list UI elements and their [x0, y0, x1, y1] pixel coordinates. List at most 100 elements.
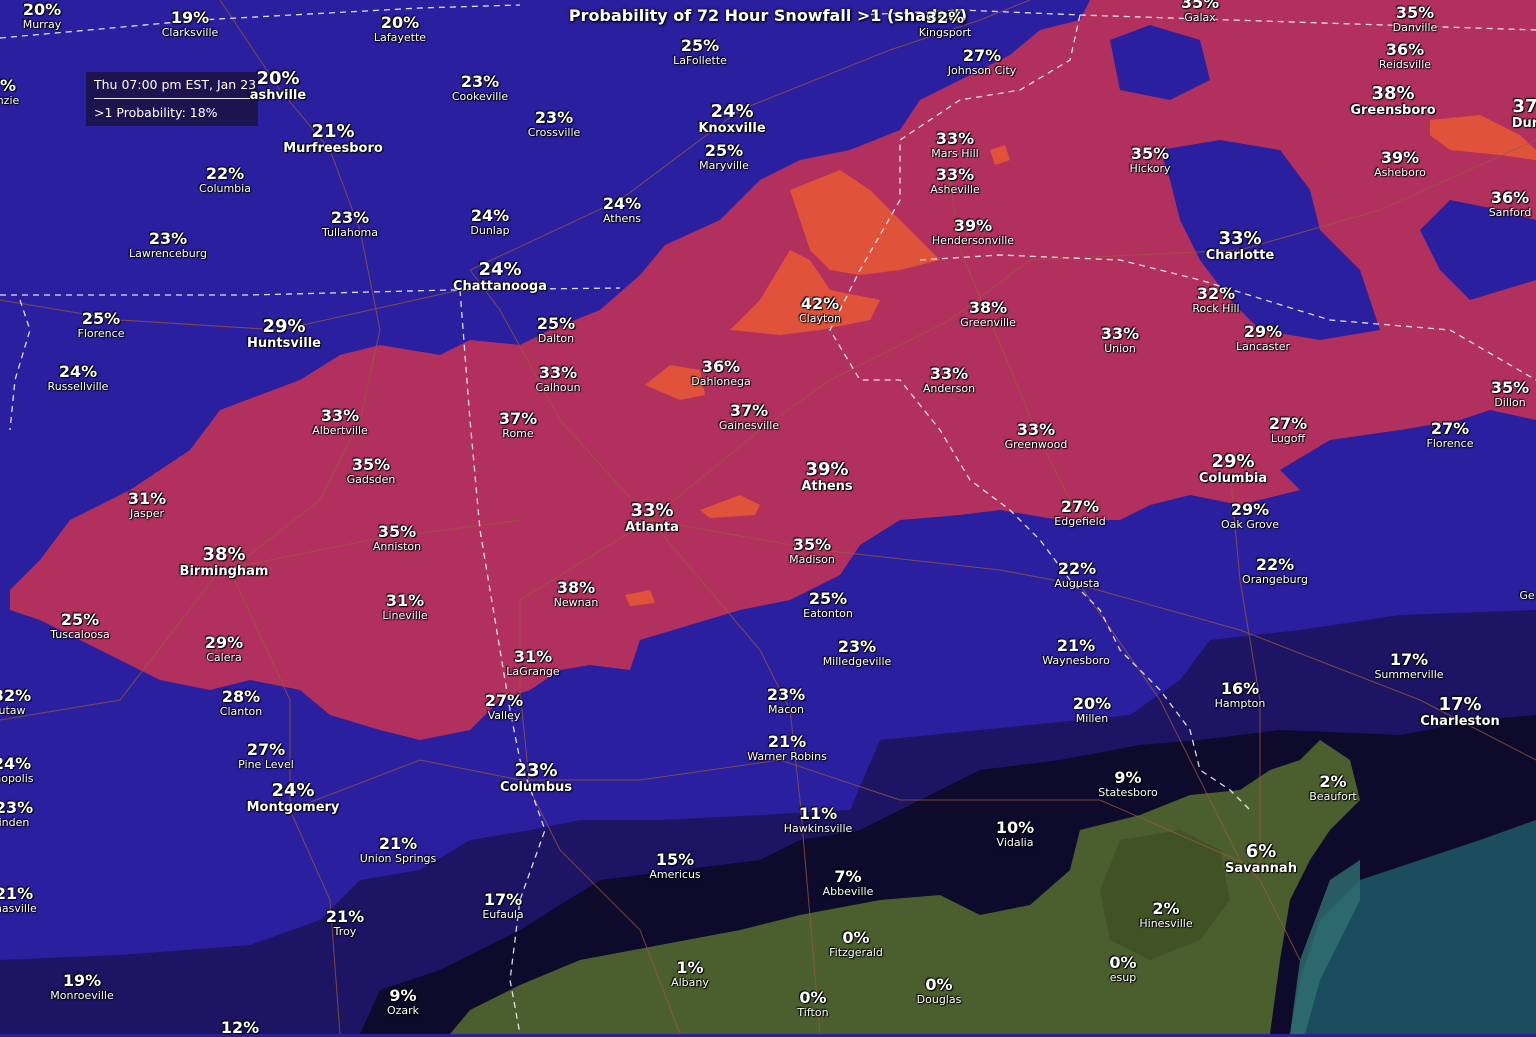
city-label: 29% Huntsville: [246, 318, 322, 351]
city-probability: 11%: [798, 804, 838, 823]
city-name: Galax: [1184, 11, 1216, 24]
city-probability: 29%: [1211, 451, 1255, 472]
city-label: 24% Chattanooga: [453, 261, 547, 294]
city-name: Murray: [22, 18, 62, 31]
city-probability: 29%: [1230, 500, 1270, 519]
city-label: 22% Orangeburg: [1242, 557, 1308, 586]
city-name: Beaufort: [1309, 790, 1357, 803]
city-probability: 19%: [170, 8, 210, 27]
city-probability: 25%: [808, 589, 848, 608]
city-label: 32% Kingsport: [918, 10, 972, 39]
city-probability: 35%: [1130, 144, 1170, 163]
city-probability: 33%: [1100, 324, 1140, 343]
city-probability: 29%: [204, 633, 244, 652]
city-probability: 16%: [1220, 679, 1260, 698]
city-probability: 35%: [1395, 3, 1435, 22]
city-probability: 21%: [378, 834, 418, 853]
city-name: Hickory: [1129, 162, 1171, 175]
city-probability: 33%: [1016, 420, 1056, 439]
city-probability: 24%: [710, 101, 754, 122]
city-probability: 24%: [58, 362, 98, 381]
city-label: 33% Atlanta: [625, 502, 679, 535]
city-name: mopolis: [0, 772, 34, 785]
city-probability: 23%: [330, 208, 370, 227]
city-probability: %: [0, 76, 17, 95]
city-name: Lawrenceburg: [129, 247, 207, 260]
city-probability: 38%: [202, 544, 246, 565]
city-label: 24% Montgomery: [246, 782, 340, 815]
city-name: Dur: [1511, 116, 1536, 131]
city-name: Huntsville: [246, 336, 322, 351]
city-label: 17% Eufaula: [482, 890, 524, 921]
city-name: Augusta: [1054, 577, 1100, 590]
city-probability: 35%: [1490, 378, 1530, 397]
city-name: Eufaula: [482, 908, 524, 921]
city-name: Calera: [206, 651, 242, 664]
city-probability: 21%: [767, 732, 807, 751]
city-label: 37 Dur: [1511, 98, 1536, 131]
city-probability: 17%: [1389, 650, 1429, 669]
city-probability: 32%: [1196, 284, 1236, 303]
city-label: % nzie: [0, 76, 19, 107]
city-label: 33% Anderson: [923, 366, 975, 395]
city-label: 2% Beaufort: [1309, 772, 1357, 803]
city-name: Union Springs: [359, 852, 437, 865]
city-probability: 27%: [1060, 497, 1100, 516]
city-label: 19% Clarksville: [162, 8, 219, 39]
city-label: 29% Calera: [204, 633, 244, 664]
city-probability: 7%: [834, 867, 862, 886]
city-label: 32% Rock Hill: [1192, 284, 1239, 315]
city-name: Montgomery: [246, 800, 340, 815]
city-label: 2% Hinesville: [1139, 899, 1193, 930]
city-name: Orangeburg: [1242, 573, 1308, 586]
city-label: 23% inden: [0, 800, 33, 829]
city-label: 37% Rome: [499, 411, 537, 440]
city-label: 17% Summerville: [1374, 650, 1444, 681]
city-probability: 10%: [995, 818, 1035, 837]
city-name: Knoxville: [698, 121, 766, 136]
city-name: Florence: [1426, 437, 1474, 450]
city-probability: 25%: [680, 36, 720, 55]
city-probability: 2%: [1319, 772, 1347, 791]
city-label: 24%mopolis: [0, 754, 34, 785]
tooltip-time: Thu 07:00 pm EST, Jan 23: [94, 77, 257, 92]
city-probability: 33%: [935, 165, 975, 184]
city-name: Summerville: [1374, 668, 1444, 681]
city-name: Edgefield: [1054, 515, 1106, 528]
city-probability: 21%: [1056, 636, 1096, 655]
city-label: 29% Oak Grove: [1221, 500, 1279, 531]
city-label: 29% Lancaster: [1236, 324, 1290, 353]
city-name: Hinesville: [1139, 917, 1193, 930]
city-name: Rome: [502, 427, 534, 440]
city-probability: 39%: [1380, 148, 1420, 167]
city-probability: 2%: [1152, 899, 1180, 918]
city-probability: 24%: [602, 194, 642, 213]
city-probability: 36%: [701, 357, 741, 376]
city-name: Charlotte: [1205, 248, 1275, 263]
city-name: Eatonton: [803, 607, 853, 620]
city-probability: 35%: [1180, 0, 1220, 12]
city-label: 35% Hickory: [1129, 144, 1171, 175]
city-name: Lugoff: [1270, 432, 1306, 445]
city-probability: 24%: [470, 206, 510, 225]
city-probability: 27%: [1430, 419, 1470, 438]
city-name: masville: [0, 902, 37, 915]
city-name: Atlanta: [625, 520, 679, 535]
city-probability: 25%: [704, 141, 744, 160]
city-label: 23% Milledgeville: [823, 639, 892, 668]
city-name: Gainesville: [718, 419, 780, 432]
city-name: Kingsport: [918, 26, 972, 39]
city-label: 20% Lafayette: [374, 15, 426, 44]
city-label: 27% Edgefield: [1054, 497, 1106, 528]
probability-map[interactable]: [0, 0, 1536, 1034]
city-name: Athens: [801, 479, 853, 494]
city-probability: 17%: [483, 890, 523, 909]
city-label: 38% Greenville: [960, 300, 1016, 329]
city-label: 25% Florence: [78, 311, 125, 340]
city-probability: 24%: [0, 754, 32, 773]
city-name: ashville: [249, 88, 307, 103]
city-label: 16% Hampton: [1215, 679, 1266, 710]
city-label: 9% Statesboro: [1098, 770, 1158, 799]
city-probability: 23%: [534, 108, 574, 127]
city-probability: 27%: [1268, 414, 1308, 433]
